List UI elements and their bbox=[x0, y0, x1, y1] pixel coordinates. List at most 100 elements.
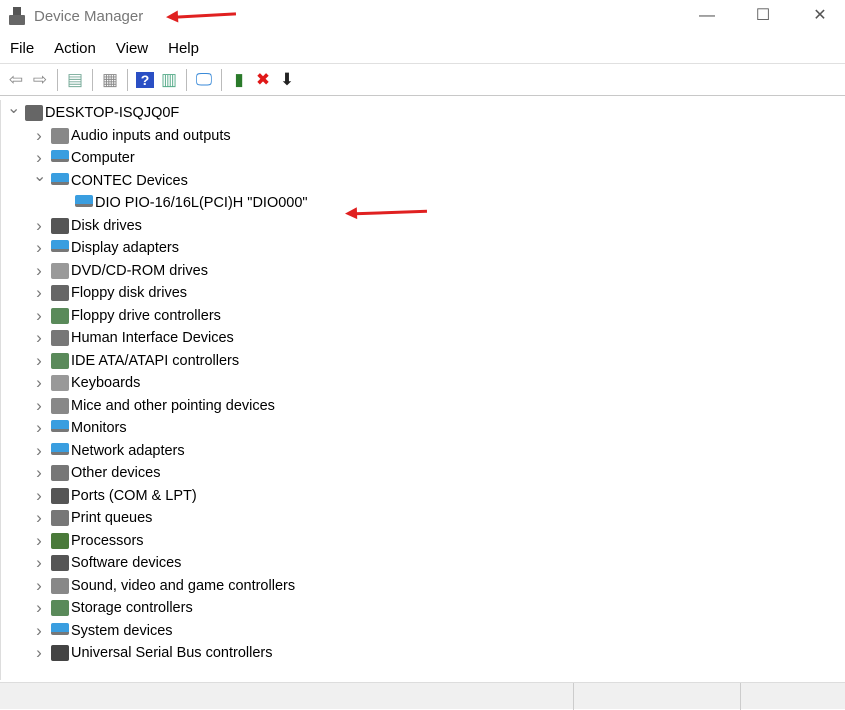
chevron-right-icon[interactable]: › bbox=[33, 576, 45, 596]
tree-item[interactable]: › Software devices bbox=[1, 552, 845, 574]
chevron-right-icon[interactable]: › bbox=[33, 508, 45, 528]
menu-bar: File Action View Help bbox=[0, 37, 209, 61]
tree-item-label: DVD/CD-ROM drives bbox=[71, 262, 208, 279]
device-tree: ⌄ DESKTOP-ISQJQ0F › Audio inputs and output… bbox=[0, 100, 845, 680]
menu-view[interactable]: View bbox=[106, 37, 158, 61]
uninstall-icon: ✖ bbox=[255, 69, 271, 89]
tree-item-label: DESKTOP-ISQJQ0F bbox=[45, 105, 180, 121]
tree-item[interactable]: › Monitors bbox=[1, 417, 845, 439]
tree-item[interactable]: › System devices bbox=[1, 620, 845, 642]
tree-item-label: DIO PIO-16/16L(PCI)H "DIO000" bbox=[95, 195, 308, 211]
computer-root-icon bbox=[25, 105, 43, 121]
tree-item[interactable]: › Computer bbox=[1, 147, 845, 169]
scan-hardware-button[interactable]: 🖵 bbox=[193, 69, 215, 91]
chevron-right-icon[interactable]: › bbox=[33, 328, 45, 348]
tree-item[interactable]: › Display adapters bbox=[1, 237, 845, 259]
forward-button[interactable]: ⇨ bbox=[29, 69, 51, 91]
tree-item[interactable]: › Mice and other pointing devices bbox=[1, 395, 845, 417]
tree-item[interactable]: › DVD/CD-ROM drives bbox=[1, 260, 845, 282]
tree-item[interactable]: › Sound, video and game controllers bbox=[1, 575, 845, 597]
tree-item[interactable]: › Network adapters bbox=[1, 440, 845, 462]
software-icon bbox=[51, 555, 69, 571]
display-icon bbox=[51, 240, 69, 252]
tree-item[interactable]: › IDE ATA/ATAPI controllers bbox=[1, 350, 845, 372]
chevron-right-icon[interactable]: › bbox=[33, 643, 45, 663]
uninstall-button[interactable]: ✖ bbox=[252, 69, 274, 91]
status-divider bbox=[573, 683, 574, 710]
chevron-right-icon[interactable]: › bbox=[33, 373, 45, 393]
device-manager-icon bbox=[9, 7, 25, 25]
annotation-arrow bbox=[175, 12, 237, 19]
chevron-down-icon[interactable]: ⌄ bbox=[7, 98, 20, 118]
close-button[interactable]: ✕ bbox=[797, 4, 843, 28]
minimize-button[interactable]: — bbox=[684, 4, 730, 28]
network-icon bbox=[51, 442, 69, 455]
tree-item[interactable]: › Disk drives bbox=[1, 215, 845, 237]
monitor-icon bbox=[51, 150, 69, 162]
chevron-right-icon[interactable]: › bbox=[33, 351, 45, 371]
tree-item-label: Display adapters bbox=[71, 240, 179, 256]
network-icon bbox=[51, 172, 69, 185]
chevron-right-icon[interactable]: › bbox=[33, 486, 45, 506]
tree-item[interactable]: ⌄ CONTEC Devices bbox=[1, 168, 845, 192]
tree-root[interactable]: ⌄ DESKTOP-ISQJQ0F bbox=[1, 100, 845, 124]
forward-icon: ⇨ bbox=[32, 69, 48, 89]
chevron-right-icon[interactable]: › bbox=[33, 463, 45, 483]
disk-icon bbox=[51, 217, 69, 234]
tree-item[interactable]: › Processors bbox=[1, 530, 845, 552]
chevron-right-icon[interactable]: › bbox=[33, 531, 45, 551]
back-button[interactable]: ⇦ bbox=[5, 69, 27, 91]
chevron-right-icon[interactable]: › bbox=[33, 126, 45, 146]
chevron-right-icon[interactable]: › bbox=[33, 238, 45, 258]
chevron-right-icon[interactable]: › bbox=[33, 621, 45, 641]
back-icon: ⇦ bbox=[8, 69, 24, 89]
properties-icon: ▦ bbox=[101, 69, 119, 89]
tree-item-label: Keyboards bbox=[71, 375, 141, 391]
show-hide-console-tree-button[interactable]: ▤ bbox=[64, 69, 86, 91]
tree-item[interactable]: › Print queues bbox=[1, 507, 845, 529]
speaker-icon bbox=[51, 127, 69, 144]
chevron-right-icon[interactable]: › bbox=[33, 553, 45, 573]
menu-help[interactable]: Help bbox=[158, 37, 209, 61]
tree-item[interactable]: › Storage controllers bbox=[1, 597, 845, 619]
help-button[interactable]: ? bbox=[134, 69, 156, 91]
chevron-right-icon[interactable]: › bbox=[33, 283, 45, 303]
properties-button[interactable]: ▦ bbox=[99, 69, 121, 91]
chevron-down-icon[interactable]: ⌄ bbox=[33, 166, 46, 186]
enable-device-button[interactable]: ⬇ bbox=[276, 69, 298, 91]
chevron-right-icon[interactable]: › bbox=[33, 306, 45, 326]
chevron-right-icon[interactable]: › bbox=[33, 418, 45, 438]
toolbar: ⇦ ⇨ ▤ ▦? ▥ 🖵 ▮ ✖ ⬇ bbox=[0, 63, 845, 96]
tree-item[interactable]: › Floppy disk drives bbox=[1, 282, 845, 304]
chevron-right-icon[interactable]: › bbox=[33, 598, 45, 618]
speaker-icon bbox=[51, 577, 69, 594]
tree-item[interactable]: › Ports (COM & LPT) bbox=[1, 485, 845, 507]
keyboard-icon bbox=[51, 375, 69, 391]
tree-item-label: System devices bbox=[71, 622, 173, 639]
window-title: Device Manager bbox=[34, 8, 144, 25]
tree-item-label: Processors bbox=[71, 532, 144, 549]
chevron-right-icon[interactable]: › bbox=[33, 216, 45, 236]
usb-icon bbox=[51, 645, 69, 661]
tree-item-label: Universal Serial Bus controllers bbox=[71, 645, 273, 661]
tree-item[interactable]: › Universal Serial Bus controllers bbox=[1, 642, 845, 664]
tree-item[interactable]: › Floppy drive controllers bbox=[1, 305, 845, 327]
chevron-right-icon[interactable]: › bbox=[33, 441, 45, 461]
tree-item[interactable]: › Keyboards bbox=[1, 372, 845, 394]
menu-file[interactable]: File bbox=[0, 37, 44, 61]
status-divider bbox=[740, 683, 741, 710]
tree-item[interactable]: › Other devices bbox=[1, 462, 845, 484]
title-bar: Device Manager — ☐ ✕ bbox=[0, 0, 845, 34]
tree-item[interactable]: › Audio inputs and outputs bbox=[1, 125, 845, 147]
chevron-right-icon[interactable]: › bbox=[33, 396, 45, 416]
tree-item-label: Print queues bbox=[71, 510, 153, 526]
update-driver-button[interactable]: ▮ bbox=[228, 69, 250, 91]
update-driver-icon: ▮ bbox=[234, 69, 244, 89]
tree-item-label: Floppy disk drives bbox=[71, 285, 188, 301]
menu-action[interactable]: Action bbox=[44, 37, 106, 61]
tree-item[interactable]: › Human Interface Devices bbox=[1, 327, 845, 349]
show-action-pane-button[interactable]: ▥ bbox=[158, 69, 180, 91]
chevron-right-icon[interactable]: › bbox=[33, 261, 45, 281]
maximize-button[interactable]: ☐ bbox=[740, 4, 786, 28]
tree-item-label: Sound, video and game controllers bbox=[71, 577, 296, 594]
